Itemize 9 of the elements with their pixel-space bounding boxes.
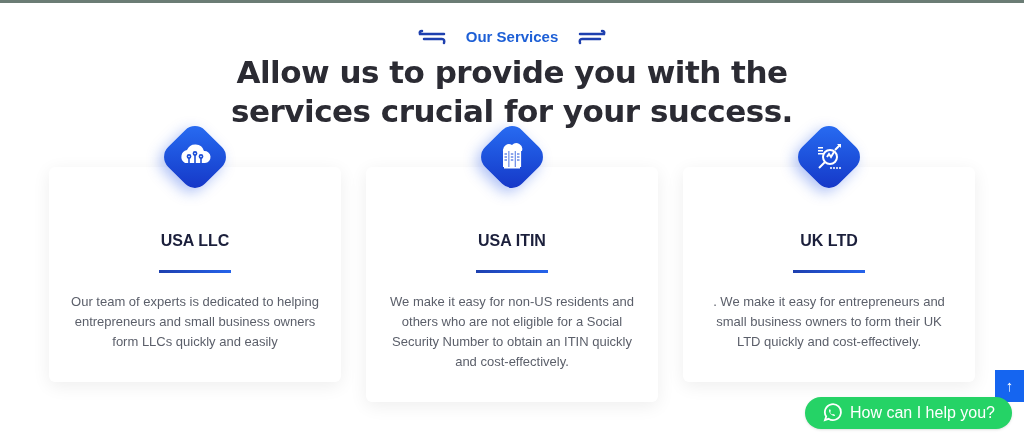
section-heading: Allow us to provide you with the services crucial for your success. bbox=[230, 52, 794, 131]
service-description: Our team of experts is dedicated to helping entrepreneurs and small business owners form LLCs quickly and easily bbox=[70, 292, 320, 351]
service-title: USA LLC bbox=[160, 230, 230, 251]
service-description: . We make it easy for entrepreneurs and small business owners to form their UK LTD quickly and cost-effectively. bbox=[712, 292, 946, 351]
service-title: USA ITIN bbox=[478, 230, 546, 251]
service-title: UK LTD bbox=[800, 230, 858, 251]
scroll-top-button[interactable]: ↑ bbox=[995, 370, 1024, 402]
service-description: We make it easy for non-US residents and others who are not eligible for a Social Security Number to obtain an ITIN quickly and cost-effectively. bbox=[389, 292, 635, 371]
section-label: Our Services bbox=[464, 27, 560, 47]
